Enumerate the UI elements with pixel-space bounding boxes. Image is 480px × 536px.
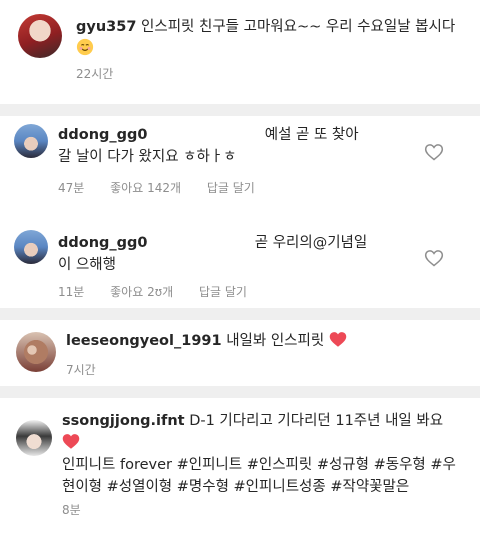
comment-meta: 11분 좋아요 2ʊ개 답글 달기 [58,284,269,300]
username[interactable]: ddong_gg0 [58,127,148,143]
avatar[interactable] [18,14,62,58]
avatar[interactable] [14,124,48,158]
avatar[interactable] [16,332,56,372]
comment-ddong-1: ddong_gg0 예설 곧 또 찾아 갈 날이 다가 왔지요 ㅎ하ㅏㅎ 47분… [0,116,480,208]
profile-photo-icon [18,14,62,58]
comment-gyu357: gyu357 인스피릿 친구들 고마워요~~ 우리 수요일날 봅시다 22시간 [0,0,480,110]
divider [0,308,480,320]
comment-text: gyu357 인스피릿 친구들 고마워요~~ 우리 수요일날 봅시다 [76,16,466,60]
profile-photo-icon [14,124,48,158]
username[interactable]: gyu357 [76,19,136,35]
comment-leeseongyeol: leeseongyeol_1991 내일봐 인스피릿 7시간 [0,320,480,392]
username[interactable]: ddong_gg0 [58,235,148,251]
comment-body: 내일봐 인스피릿 [226,333,325,349]
comment-text: ddong_gg0 곧 우리의@기념일 이 으해행 [58,232,418,276]
comment-text: ddong_gg0 예설 곧 또 찾아 갈 날이 다가 왔지요 ㅎ하ㅏㅎ [58,124,418,168]
comment-text: leeseongyeol_1991 내일봐 인스피릿 [66,330,466,352]
comment-meta: 7시간 [66,362,118,378]
comment-meta: 22시간 [76,66,135,82]
comment-ssongjjong: ssongjjong.ifnt D-1 기다리고 기다리던 11주년 내일 봐요… [0,398,480,536]
profile-photo-icon [14,230,48,264]
username[interactable]: leeseongyeol_1991 [66,333,222,349]
profile-photo-icon [16,420,52,456]
comment-text: ssongjjong.ifnt D-1 기다리고 기다리던 11주년 내일 봐요… [62,410,472,498]
red-heart-emoji-icon [329,331,347,347]
reply-button[interactable]: 답글 달기 [199,285,247,299]
reply-button[interactable]: 답글 달기 [207,181,255,195]
comment-body-line2: 갈 날이 다가 왔지요 ㅎ하ㅏㅎ [58,149,237,165]
heart-outline-icon [424,250,444,267]
like-count[interactable]: 좋아요 2ʊ개 [110,285,173,299]
comment-body-hashtags-line1: 인피니트 forever #인피니트 #인스피릿 #성규형 #동우형 #우 [62,457,456,473]
comment-meta: 47분 좋아요 142개 답글 달기 [58,180,277,196]
divider [0,104,480,116]
divider [0,386,480,398]
like-heart-button[interactable] [424,248,444,268]
username[interactable]: ssongjjong.ifnt [62,413,185,429]
comment-meta: 8분 [62,502,103,518]
smiling-face-emoji-icon [76,38,94,56]
avatar[interactable] [16,420,52,456]
timestamp: 7시간 [66,363,96,377]
comment-body: 인스피릿 친구들 고마워요~~ 우리 수요일날 봅시다 [141,19,456,35]
comment-body-hashtags-line2: 현이형 #성열이형 #명수형 #인피니트성종 #작약꽃말은 [62,479,410,495]
like-count[interactable]: 좋아요 142개 [110,181,181,195]
comment-body: 예설 곧 또 찾아 [264,127,359,143]
red-heart-emoji-icon [62,433,80,449]
comment-ddong-2: ddong_gg0 곧 우리의@기념일 이 으해행 11분 좋아요 2ʊ개 답글… [0,220,480,312]
timestamp: 47분 [58,181,85,195]
comment-body: 곧 우리의@기념일 [254,235,368,251]
heart-outline-icon [424,144,444,161]
like-heart-button[interactable] [424,142,444,162]
comment-body-line2: 이 으해행 [58,257,116,273]
timestamp: 11분 [58,285,85,299]
timestamp: 22시간 [76,67,114,81]
comment-body: D-1 기다리고 기다리던 11주년 내일 봐요 [189,413,444,429]
timestamp: 8분 [62,503,81,517]
dog-photo-icon [16,332,56,372]
avatar[interactable] [14,230,48,264]
